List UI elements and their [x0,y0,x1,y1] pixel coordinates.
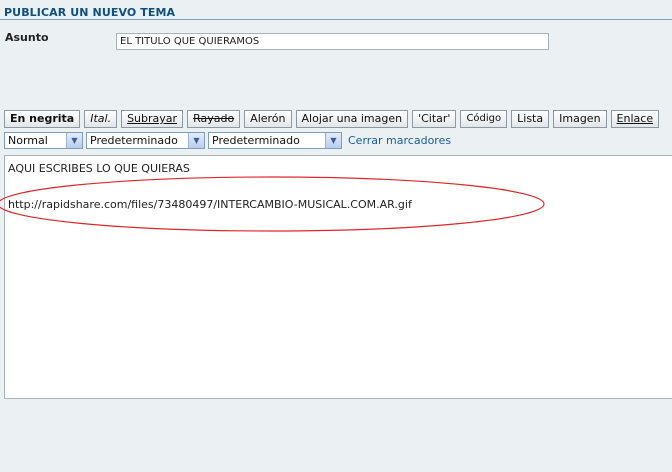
list-button[interactable]: Lista [511,110,550,128]
spoiler-button[interactable]: Alerón [244,110,292,128]
form-header: PUBLICAR UN NUEVO TEMA [0,0,672,20]
page-title: PUBLICAR UN NUEVO TEMA [4,6,176,19]
font-select[interactable]: Predeterminado ▼ [208,131,342,149]
quote-button[interactable]: 'Citar' [412,110,457,128]
strikethrough-button[interactable]: Rayado [187,110,241,128]
size-select-value: Normal [8,133,48,147]
color-select-value: Predeterminado [90,133,178,147]
image-button[interactable]: Imagen [553,110,607,128]
code-button[interactable]: Código [460,110,508,128]
message-textarea[interactable]: AQUI ESCRIBES LO QUE QUIERAS http://rapi… [4,155,672,399]
chevron-down-icon: ▼ [66,132,82,148]
subject-input[interactable] [116,33,549,50]
format-selects: Normal ▼ Predeterminado ▼ Predeterminado… [4,131,451,149]
bbcode-toolbar: En negrita Ital. Subrayar Rayado Alerón … [4,110,660,128]
link-button[interactable]: Enlace [610,110,660,128]
upload-image-button[interactable]: Alojar una imagen [295,110,409,128]
chevron-down-icon: ▼ [325,132,341,148]
font-select-value: Predeterminado [212,133,300,147]
message-url-line: http://rapidshare.com/files/73480497/INT… [8,198,412,211]
subject-label: Asunto [5,31,49,44]
chevron-down-icon: ▼ [188,132,204,148]
message-line: AQUI ESCRIBES LO QUE QUIERAS [8,162,190,175]
italic-button[interactable]: Ital. [84,110,118,128]
color-select[interactable]: Predeterminado ▼ [86,131,205,149]
underline-button[interactable]: Subrayar [121,110,184,128]
close-tags-link[interactable]: Cerrar marcadores [348,134,451,147]
bold-button[interactable]: En negrita [4,110,81,128]
size-select[interactable]: Normal ▼ [4,131,83,149]
